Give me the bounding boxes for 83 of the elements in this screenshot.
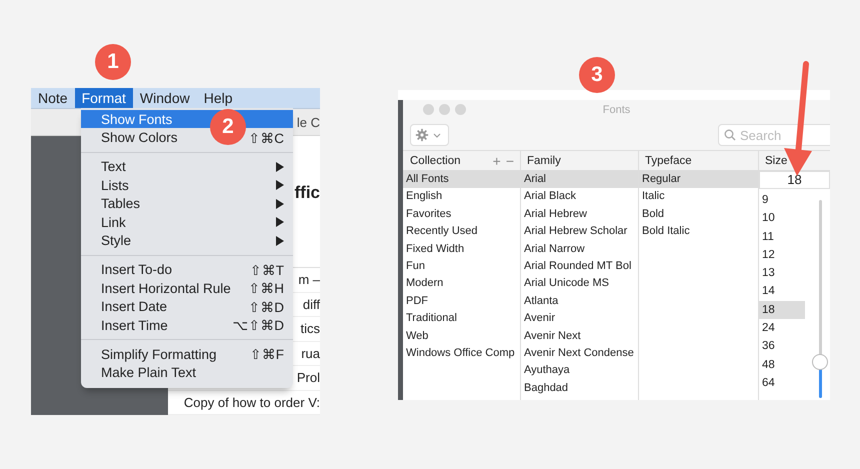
column-header: Typeface — [639, 151, 758, 171]
menu-item[interactable]: Tables — [81, 194, 293, 213]
step-badge: 1 — [95, 44, 131, 80]
family-item[interactable]: Arial Hebrew Scholar — [521, 223, 638, 241]
family-item[interactable]: Ayuthaya — [521, 362, 638, 380]
menu-item[interactable]: Make Plain Text — [81, 364, 293, 382]
submenu-arrow-icon — [276, 236, 284, 246]
chevron-icon — [433, 132, 441, 138]
window-title: Fonts — [602, 104, 630, 116]
collection-item[interactable]: English — [403, 188, 520, 206]
menu-bar-item[interactable]: Window — [132, 88, 197, 108]
family-item[interactable]: Avenir — [521, 310, 638, 328]
family-item[interactable]: Avenir Next — [521, 328, 638, 345]
collection-item[interactable]: Fun — [403, 258, 520, 276]
menu-item[interactable]: Style — [81, 231, 293, 250]
size-item[interactable]: 11 — [759, 228, 805, 246]
size-item[interactable]: 9 — [759, 191, 805, 210]
size-field[interactable]: 18 — [759, 171, 830, 189]
collection-item[interactable]: PDF — [403, 292, 520, 310]
slider-thumb[interactable] — [812, 354, 828, 370]
list-row-text[interactable]: tics — [300, 321, 320, 336]
family-item[interactable]: Arial Rounded MT Bol — [521, 258, 638, 276]
collection-item[interactable]: Windows Office Comp — [403, 344, 520, 362]
typeface-item[interactable]: Italic — [639, 188, 758, 206]
size-item[interactable]: 18 — [759, 300, 805, 320]
column-title: Collection — [410, 154, 460, 166]
family-item[interactable]: Arial Hebrew — [521, 206, 638, 224]
step-badge: 3 — [579, 57, 615, 93]
menu-item[interactable]: Text — [81, 158, 293, 176]
collection-item[interactable]: Traditional — [403, 310, 520, 328]
typeface-item[interactable]: Bold Italic — [639, 223, 758, 241]
column-header: Family — [521, 151, 638, 171]
toolbar-text: le C — [296, 114, 320, 130]
menu-item[interactable]: Lists — [81, 176, 293, 195]
menu-bar-item[interactable]: Note — [31, 88, 75, 108]
family-item[interactable]: Baghdad — [521, 380, 638, 398]
menu-bar-item[interactable]: Help — [196, 88, 240, 108]
menu-item[interactable]: Insert Date ⇧⌘D — [81, 298, 293, 316]
submenu-arrow-icon — [276, 198, 284, 209]
typeface-item[interactable]: Regular — [639, 171, 758, 188]
size-item[interactable]: 14 — [759, 282, 805, 301]
collection-item[interactable]: Fixed Width — [403, 240, 520, 258]
size-item[interactable]: 36 — [759, 337, 805, 356]
list-row-text[interactable]: diff — [302, 296, 320, 312]
menu-item[interactable]: Insert To-do ⇧⌘T — [81, 260, 293, 280]
search-icon — [724, 129, 736, 141]
collection-item[interactable]: Modern — [403, 275, 520, 293]
close-button[interactable] — [423, 104, 434, 115]
menu-bar-item[interactable]: Format — [74, 88, 133, 108]
size-item[interactable]: 13 — [759, 264, 805, 282]
submenu-arrow-icon — [276, 162, 284, 172]
list-row-text[interactable]: m – — [298, 272, 320, 288]
action-menu-button[interactable] — [410, 124, 449, 146]
family-item[interactable]: Atlanta — [521, 292, 638, 310]
collection-item[interactable]: Recently Used — [403, 223, 520, 241]
menu-item[interactable]: Simplify Formatting ⇧⌘F — [81, 345, 293, 364]
collection-item[interactable]: Web — [403, 328, 520, 345]
note-title: ffic — [294, 182, 320, 204]
list-row-text[interactable]: rua — [301, 346, 320, 361]
size-item[interactable]: 64 — [759, 374, 805, 392]
submenu-arrow-icon — [276, 180, 284, 190]
menu-item[interactable]: Insert Time ⌥⇧⌘D — [81, 316, 293, 334]
collection-item[interactable]: Favorites — [403, 206, 520, 224]
zoom-button[interactable] — [455, 104, 466, 115]
family-item[interactable]: Avenir Next Condense — [521, 344, 638, 362]
family-item[interactable]: Arial Black — [521, 188, 638, 206]
submenu-arrow-icon — [276, 217, 284, 228]
family-item[interactable]: Arial Narrow — [521, 240, 638, 258]
family-item[interactable]: Arial Unicode MS — [521, 275, 638, 293]
size-item[interactable]: 48 — [759, 356, 805, 374]
list-row-text[interactable]: Prol — [296, 370, 320, 386]
family-item[interactable]: Arial — [521, 171, 638, 188]
menu-item[interactable]: Link — [81, 212, 293, 232]
size-item[interactable]: 10 — [759, 209, 805, 228]
size-item[interactable]: 24 — [759, 319, 805, 338]
search-field[interactable]: Search — [718, 124, 830, 146]
list-row-text[interactable]: Copy of how to order V: — [184, 394, 320, 410]
menu-item[interactable]: Insert Horizontal Rule ⇧⌘H — [81, 279, 293, 298]
gear-icon — [415, 128, 429, 142]
typeface-item[interactable]: Bold — [639, 206, 758, 224]
size-item[interactable]: 12 — [759, 246, 805, 264]
minimize-button[interactable] — [439, 104, 450, 115]
collection-item[interactable]: All Fonts — [403, 171, 520, 188]
